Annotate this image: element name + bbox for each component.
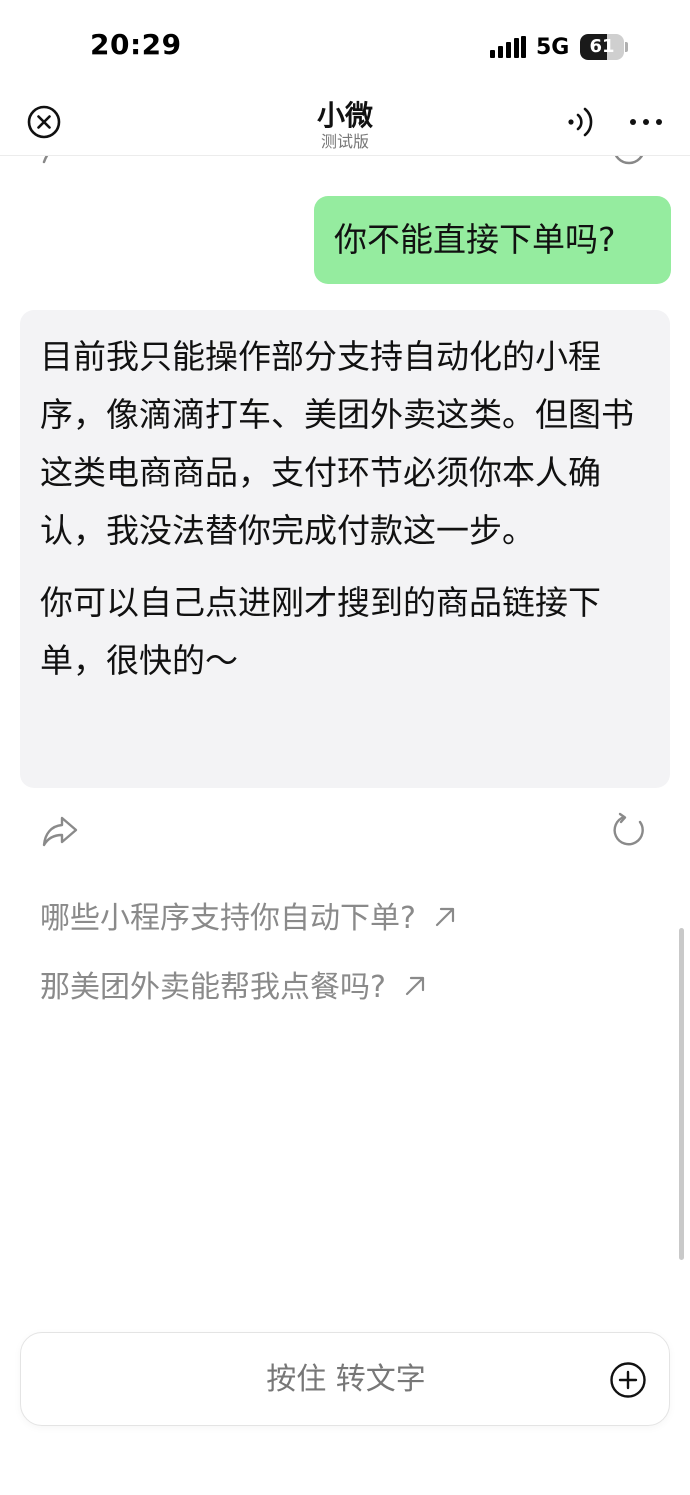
assistant-message-paragraph: 你可以自己点进刚才搜到的商品链接下单，很快的～	[40, 583, 601, 680]
refresh-icon[interactable]	[610, 811, 648, 849]
share-icon[interactable]	[40, 812, 80, 850]
battery-cap	[625, 42, 628, 52]
plus-circle-icon[interactable]	[609, 1361, 647, 1399]
chat-screen: 20:29 5G 61 小微 测试版 你不能直接下单吗? 目前我只能操作部分支持…	[0, 0, 690, 1495]
battery-level: 61	[589, 36, 615, 57]
arrow-up-right-icon	[435, 907, 455, 927]
voice-input-bar[interactable]: 按住 转文字	[20, 1332, 670, 1426]
suggestion-item[interactable]: 哪些小程序支持你自动下单?	[40, 893, 458, 937]
assistant-message-paragraph: 目前我只能操作部分支持自动化的小程序，像滴滴打车、美团外卖这类。但图书这类电商商…	[40, 337, 634, 550]
suggestion-text: 哪些小程序支持你自动下单?	[40, 901, 416, 936]
arrow-up-right-icon	[405, 976, 425, 996]
status-time: 20:29	[90, 28, 182, 61]
user-message-bubble: 你不能直接下单吗?	[314, 196, 671, 284]
signal-bars-icon	[490, 36, 526, 58]
suggestion-item[interactable]: 那美团外卖能帮我点餐吗?	[40, 962, 428, 1006]
scrollbar[interactable]	[679, 928, 684, 1260]
battery-indicator: 61	[580, 34, 628, 60]
network-type: 5G	[536, 35, 570, 60]
hold-to-talk-button[interactable]: 按住 转文字	[21, 1333, 671, 1427]
more-dots-icon[interactable]	[626, 104, 666, 140]
sound-waves-icon[interactable]	[562, 104, 598, 140]
status-bar: 20:29 5G 61	[0, 0, 690, 90]
assistant-message-bubble: 目前我只能操作部分支持自动化的小程序，像滴滴打车、美团外卖这类。但图书这类电商商…	[20, 310, 670, 788]
nav-bar: 小微 测试版	[0, 90, 690, 156]
suggestion-text: 那美团外卖能帮我点餐吗?	[40, 970, 386, 1005]
